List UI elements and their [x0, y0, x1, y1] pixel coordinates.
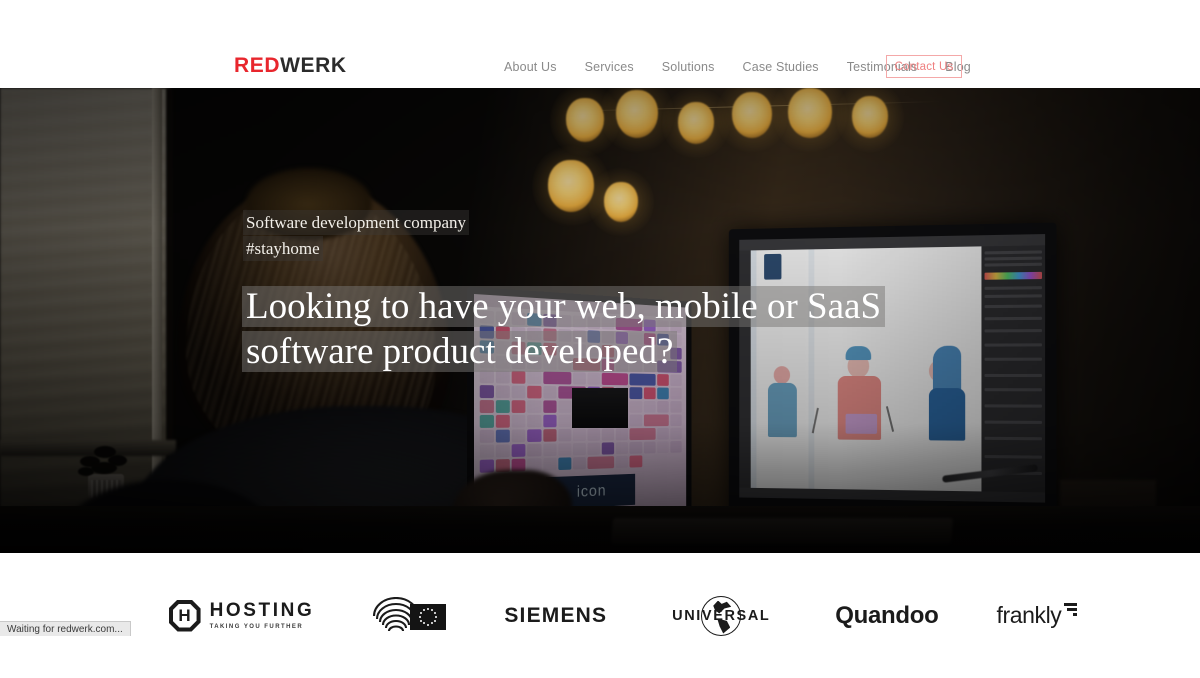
client-logo-quandoo[interactable]: Quandoo [835, 602, 938, 630]
quandoo-wordmark: Quandoo [835, 602, 938, 630]
client-logo-european-parliament[interactable] [372, 595, 446, 637]
siemens-wordmark: SIEMENS [504, 604, 607, 628]
eu-star [435, 616, 437, 618]
eu-star [431, 622, 433, 624]
site-header: REDWERK About Us Services Solutions Case… [0, 0, 1200, 88]
eu-star [427, 608, 429, 610]
hosting-badge-letter: H [178, 607, 190, 624]
eu-star [434, 620, 436, 622]
contact-us-button[interactable]: Contact Us [886, 55, 962, 78]
eu-star [427, 624, 429, 626]
client-logo-frankly[interactable]: frankly [996, 602, 1061, 629]
eu-flag-icon [410, 604, 446, 630]
universal-wordmark: UNIVERSAL [672, 608, 770, 624]
hosting-badge-icon: H [169, 600, 201, 632]
hero-eyebrow-line-2: #stayhome [246, 239, 320, 258]
eu-star [419, 616, 421, 618]
nav-item-case-studies[interactable]: Case Studies [743, 60, 819, 74]
hero-headline: Looking to have your web, mobile or SaaS… [246, 284, 946, 374]
client-logo-hosting[interactable]: H HOSTING TAKING YOU FURTHER [169, 600, 315, 632]
hero-section: icon [0, 88, 1200, 553]
eu-star [434, 612, 436, 614]
hero-headline-line-2: software product developed? [246, 331, 673, 372]
logo-text-red: RED [234, 54, 280, 77]
client-logos-strip: H HOSTING TAKING YOU FURTHER SIEMENS UNI… [0, 553, 1200, 678]
nav-item-solutions[interactable]: Solutions [662, 60, 715, 74]
hero-eyebrow-line-1: Software development company [246, 213, 466, 232]
client-logo-universal[interactable]: UNIVERSAL [665, 594, 777, 638]
nav-item-services[interactable]: Services [585, 60, 634, 74]
logo-text-dark: WERK [280, 54, 347, 77]
frankly-wordmark: frankly [996, 602, 1061, 628]
hero-headline-line-1: Looking to have your web, mobile or SaaS [246, 286, 881, 327]
hero-copy: Software development company #stayhome L… [246, 210, 946, 374]
eu-star [420, 612, 422, 614]
hosting-tagline: TAKING YOU FURTHER [210, 624, 315, 630]
site-logo[interactable]: REDWERK [234, 55, 347, 76]
client-logo-siemens[interactable]: SIEMENS [504, 604, 607, 628]
eu-star [423, 609, 425, 611]
eu-star [420, 620, 422, 622]
eu-star [431, 609, 433, 611]
browser-status-bar: Waiting for redwerk.com... [0, 621, 131, 636]
eu-star [423, 622, 425, 624]
hero-eyebrow: Software development company #stayhome [246, 210, 946, 262]
nav-item-about-us[interactable]: About Us [504, 60, 557, 74]
hosting-name: HOSTING [210, 601, 315, 620]
frankly-mark-icon [1064, 603, 1077, 617]
